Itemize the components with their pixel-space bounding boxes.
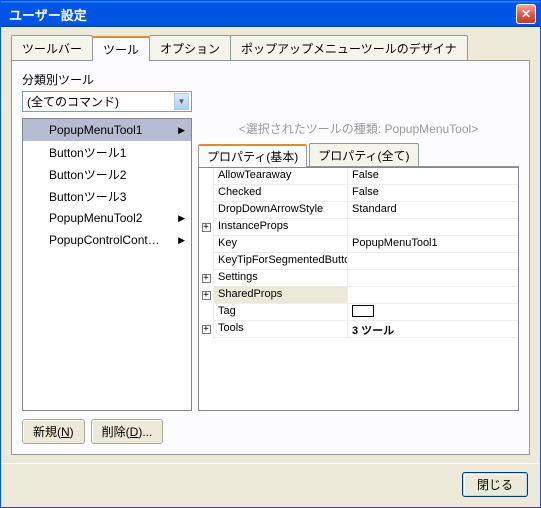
expand-toggle (199, 253, 214, 270)
property-name: AllowTearaway (214, 168, 348, 185)
property-row[interactable]: KeyTipForSegmentedButto (199, 253, 518, 270)
tool-item[interactable]: PopupControlCont… ▶ (23, 229, 191, 251)
titlebar: ユーザー設定 ✕ (1, 1, 540, 27)
property-value[interactable]: False (348, 185, 518, 202)
property-name: SharedProps (214, 287, 348, 304)
property-name: DropDownArrowStyle (214, 202, 348, 219)
property-row[interactable]: CheckedFalse (199, 185, 518, 202)
property-value[interactable]: 3 ツール (348, 321, 518, 338)
property-row[interactable]: Tag (199, 304, 518, 321)
user-settings-dialog: ユーザー設定 ✕ ツールバーツールオプションポップアップメニューツールのデザイナ… (0, 0, 541, 508)
expand-toggle[interactable]: + (199, 270, 214, 287)
property-name: InstanceProps (214, 219, 348, 236)
main-tab-0[interactable]: ツールバー (11, 35, 93, 60)
property-tab-1[interactable]: プロパティ(全て) (309, 143, 418, 166)
tool-item[interactable]: PopupMenuTool2 ▶ (23, 207, 191, 229)
tool-item-label: PopupMenuTool2 (49, 211, 142, 225)
expand-toggle[interactable]: + (199, 219, 214, 236)
main-tab-2[interactable]: オプション (149, 35, 231, 60)
property-row[interactable]: +InstanceProps (199, 219, 518, 236)
property-row[interactable]: KeyPopupMenuTool1 (199, 236, 518, 253)
property-value[interactable] (348, 253, 518, 270)
submenu-arrow-icon: ▶ (178, 235, 185, 246)
delete-button[interactable]: 削除(D)... (91, 419, 164, 444)
plus-icon: + (202, 274, 211, 283)
tool-item[interactable]: Buttonツール1 (23, 141, 191, 163)
plus-icon: + (202, 291, 211, 300)
property-row[interactable]: +Tools3 ツール (199, 321, 518, 338)
property-name: Tag (214, 304, 348, 321)
expand-toggle (199, 202, 214, 219)
main-tab-1[interactable]: ツール (92, 36, 150, 61)
tool-item-label: PopupMenuTool1 (49, 123, 142, 137)
property-name: Key (214, 236, 348, 253)
property-name: Settings (214, 270, 348, 287)
close-button[interactable]: 閉じる (462, 472, 528, 497)
tool-item-label: PopupControlCont… (49, 233, 160, 247)
expand-toggle[interactable]: + (199, 321, 214, 338)
property-value[interactable]: PopupMenuTool1 (348, 236, 518, 253)
property-name: Tools (214, 321, 348, 338)
property-grid[interactable]: AllowTearawayFalseCheckedFalseDropDownAr… (198, 167, 519, 411)
expand-toggle (199, 185, 214, 202)
tool-item[interactable]: PopupMenuTool1 ▶ (23, 119, 191, 141)
tool-item[interactable]: Buttonツール2 (23, 163, 191, 185)
plus-icon: + (202, 325, 211, 334)
selected-type-hint: <選択されたツールの種類: PopupMenuTool> (198, 118, 519, 143)
property-value[interactable] (348, 287, 518, 304)
submenu-arrow-icon: ▶ (178, 125, 185, 136)
property-name: KeyTipForSegmentedButto (214, 253, 348, 270)
property-value[interactable] (348, 219, 518, 236)
property-value[interactable]: Standard (348, 202, 518, 219)
category-dropdown[interactable]: (全てのコマンド) ▼ (22, 91, 192, 112)
property-tab-0[interactable]: プロパティ(基本) (198, 144, 307, 167)
tool-item-label: Buttonツール2 (49, 166, 126, 183)
expand-toggle (199, 304, 214, 321)
tool-item-label: Buttonツール1 (49, 144, 126, 161)
tool-item-label: Buttonツール3 (49, 188, 126, 205)
category-label: 分類別ツール (22, 71, 519, 88)
empty-value-icon (352, 305, 374, 317)
main-tabstrip: ツールバーツールオプションポップアップメニューツールのデザイナ (11, 35, 530, 61)
tool-item[interactable]: Buttonツール3 (23, 185, 191, 207)
plus-icon: + (202, 223, 211, 232)
property-value[interactable]: False (348, 168, 518, 185)
property-name: Checked (214, 185, 348, 202)
window-close-button[interactable]: ✕ (516, 4, 536, 24)
main-tab-3[interactable]: ポップアップメニューツールのデザイナ (230, 35, 468, 60)
close-icon: ✕ (521, 7, 531, 21)
window-title: ユーザー設定 (9, 5, 516, 24)
property-value[interactable] (348, 270, 518, 287)
property-value[interactable] (348, 304, 518, 321)
chevron-down-icon: ▼ (174, 93, 189, 110)
expand-toggle (199, 168, 214, 185)
expand-toggle[interactable]: + (199, 287, 214, 304)
property-row[interactable]: DropDownArrowStyleStandard (199, 202, 518, 219)
tool-list[interactable]: PopupMenuTool1 ▶ Buttonツール1 Buttonツール2 Butto… (22, 118, 192, 411)
submenu-arrow-icon: ▶ (178, 213, 185, 224)
property-tabstrip: プロパティ(基本)プロパティ(全て) (198, 143, 519, 167)
property-row[interactable]: AllowTearawayFalse (199, 168, 518, 185)
property-row[interactable]: +SharedProps (199, 287, 518, 304)
expand-toggle (199, 236, 214, 253)
new-button[interactable]: 新規(N) (22, 419, 85, 444)
category-dropdown-value: (全てのコマンド) (27, 93, 174, 110)
property-row[interactable]: +Settings (199, 270, 518, 287)
